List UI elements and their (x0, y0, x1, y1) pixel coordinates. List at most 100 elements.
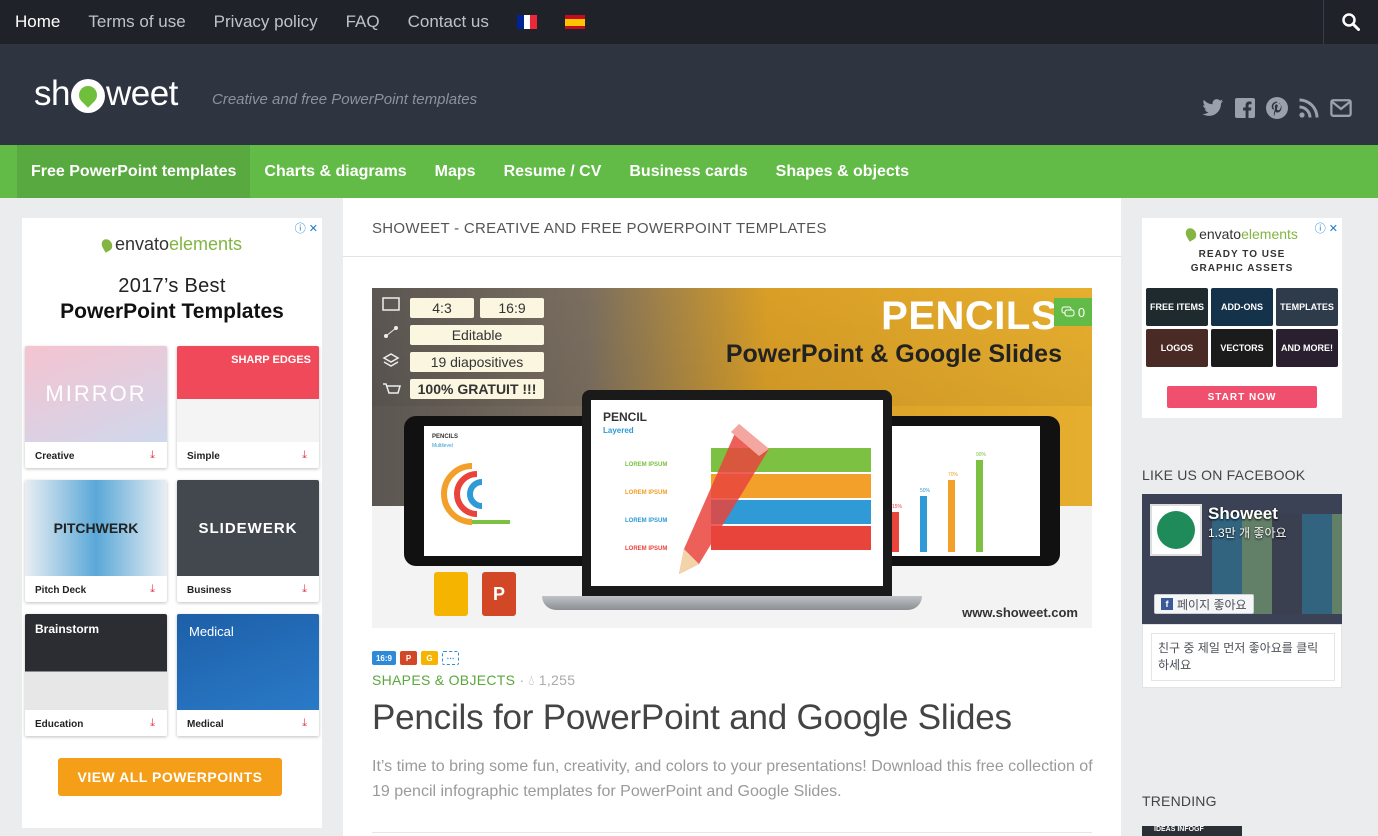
feature-icons (382, 297, 401, 394)
tile-vectors[interactable]: VECTORS (1211, 329, 1273, 367)
comment-count-badge[interactable]: 0 (1054, 298, 1092, 326)
hero-subtitle: PowerPoint & Google Slides (725, 340, 1062, 368)
section-title: SHOWEET - CREATIVE AND FREE POWERPOINT T… (343, 198, 1121, 257)
post-excerpt: It’s time to bring some fun, creativity,… (372, 758, 1093, 800)
comments-icon (1061, 306, 1075, 317)
post-meta: SHAPES & OBJECTS · 💧︎ 1,255 (372, 672, 575, 689)
views-icon: 💧︎ (528, 672, 535, 688)
bar-label: 90% (976, 452, 987, 458)
social-links (1202, 97, 1352, 119)
fb-page-name[interactable]: Showeet (1208, 504, 1278, 524)
spanish-flag[interactable] (564, 15, 585, 29)
nav-maps[interactable]: Maps (421, 145, 490, 198)
card-caption: Business (187, 585, 232, 596)
right-ad-banner[interactable]: ⓘ ✕ envato elements READY TO USE GRAPHIC … (1142, 218, 1342, 418)
template-thumbnail: SHARP EDGES (177, 346, 319, 442)
email-icon[interactable] (1330, 97, 1352, 119)
template-thumbnail: Brainstorm (25, 614, 167, 710)
tile-and-more[interactable]: AND MORE! (1276, 329, 1338, 367)
envato-elements: elements (169, 234, 243, 254)
divider (372, 832, 1092, 833)
search-button[interactable] (1323, 0, 1378, 44)
template-thumbnail: SLIDEWERK (177, 480, 319, 576)
twitter-icon[interactable] (1202, 97, 1224, 119)
template-card[interactable]: PITCHWERK Pitch Deck ⤓ (25, 480, 167, 602)
trending-thumbnail[interactable]: IDEAS INFOGF (1142, 826, 1242, 836)
site-header: sh weet Creative and free PowerPoint tem… (0, 44, 1378, 145)
french-flag[interactable] (516, 15, 537, 29)
template-card[interactable]: Medical Medical ⤓ (177, 614, 319, 736)
left-ad-banner[interactable]: ⓘ ✕ envato elements 2017’s Best PowerPoin… (22, 218, 322, 828)
screen-line: LOREM IPSUM (625, 490, 668, 496)
bar-label: 70% (948, 472, 959, 478)
nav-charts-diagrams[interactable]: Charts & diagrams (250, 145, 420, 198)
card-caption: Creative (35, 451, 75, 462)
download-icon[interactable]: ⤓ (302, 449, 307, 462)
screen-title: PENCIL (603, 410, 648, 424)
bar-label: 15% (892, 504, 903, 510)
main-content: SHOWEET - CREATIVE AND FREE POWERPOINT T… (343, 198, 1121, 836)
thumb-title: SLIDEWERK (198, 519, 298, 537)
laptop-mockup: PENCIL Layered LOREM IPSUM LOREM IPSUM L… (582, 390, 892, 596)
post-category-link[interactable]: SHAPES & OBJECTS (372, 672, 515, 688)
asset-tiles: FREE ITEMS ADD-ONS TEMPLATES LOGOS VECTO… (1146, 288, 1338, 367)
bar-pencils-graphic: 15% 50% 70% 90% (892, 452, 987, 552)
facebook-page-widget[interactable]: Showeet 1.3만 개 좋아요 f 페이지 좋아요 (1142, 494, 1342, 624)
site-logo[interactable]: sh weet (34, 74, 178, 114)
fb-page-avatar[interactable] (1150, 504, 1202, 556)
nav-resume-cv[interactable]: Resume / CV (490, 145, 616, 198)
nav-business-cards[interactable]: Business cards (615, 145, 761, 198)
template-card[interactable]: MIRROR Creative ⤓ (25, 346, 167, 468)
template-card[interactable]: Brainstorm Education ⤓ (25, 614, 167, 736)
download-icon[interactable]: ⤓ (302, 717, 307, 730)
tag-4-3: 4:3 (410, 298, 474, 318)
meta-separator: · (519, 672, 525, 688)
post-title[interactable]: Pencils for PowerPoint and Google Slides (372, 698, 1012, 738)
top-bar: Home Terms of use Privacy policy FAQ Con… (0, 0, 1378, 44)
views-count: 1,255 (538, 672, 576, 688)
tile-add-ons[interactable]: ADD-ONS (1211, 288, 1273, 326)
comment-count: 0 (1077, 304, 1086, 320)
facebook-icon: f (1161, 598, 1173, 610)
pinterest-icon[interactable] (1266, 97, 1288, 119)
top-nav-terms[interactable]: Terms of use (74, 0, 199, 44)
thumb-title: Medical (189, 624, 234, 639)
hero-watermark: www.showeet.com (962, 605, 1078, 620)
tile-templates[interactable]: TEMPLATES (1276, 288, 1338, 326)
start-now-button[interactable]: START NOW (1167, 386, 1317, 408)
ad-heading-year: 2017’s Best (118, 275, 226, 297)
facebook-icon[interactable] (1234, 97, 1256, 119)
template-grid: MIRROR Creative ⤓ SHARP EDGES Simple ⤓ P… (25, 346, 319, 736)
card-caption: Simple (187, 451, 220, 462)
featured-image[interactable]: 4:3 16:9 Editable 19 diapositives 100% G… (372, 288, 1092, 628)
template-thumbnail: MIRROR (25, 346, 167, 442)
ratio-16-9-badge: 16:9 (372, 651, 396, 665)
screen-line: LOREM IPSUM (625, 518, 668, 524)
nav-free-powerpoint-templates[interactable]: Free PowerPoint templates (17, 145, 251, 198)
download-icon[interactable]: ⤓ (302, 583, 307, 596)
template-card[interactable]: SLIDEWERK Business ⤓ (177, 480, 319, 602)
top-nav-home[interactable]: Home (0, 0, 74, 44)
fb-like-page-button[interactable]: f 페이지 좋아요 (1154, 594, 1254, 614)
editable-badge: ⋯ (442, 651, 459, 665)
ad-choices-icon[interactable]: ⓘ ✕ (1315, 220, 1338, 236)
view-all-powerpoints-button[interactable]: VIEW ALL POWERPOINTS (58, 758, 282, 796)
logo-mark-icon (70, 79, 105, 113)
top-nav-faq[interactable]: FAQ (332, 0, 394, 44)
ad-heading-title: PowerPoint Templates (60, 300, 284, 323)
facebook-heading: LIKE US ON FACEBOOK (1142, 467, 1306, 483)
ad-choices-icon[interactable]: ⓘ ✕ (295, 220, 318, 236)
download-icon[interactable]: ⤓ (150, 449, 155, 462)
tile-free-items[interactable]: FREE ITEMS (1146, 288, 1208, 326)
rss-icon[interactable] (1298, 97, 1320, 119)
top-nav-contact[interactable]: Contact us (394, 0, 503, 44)
download-icon[interactable]: ⤓ (150, 717, 155, 730)
screen-subtitle: Layered (603, 426, 634, 435)
tile-logos[interactable]: LOGOS (1146, 329, 1208, 367)
nav-shapes-objects[interactable]: Shapes & objects (762, 145, 923, 198)
thumb-title: PITCHWERK (53, 520, 139, 536)
template-card[interactable]: SHARP EDGES Simple ⤓ (177, 346, 319, 468)
envato-leaf-icon (1183, 226, 1199, 242)
top-nav-privacy[interactable]: Privacy policy (200, 0, 332, 44)
download-icon[interactable]: ⤓ (150, 583, 155, 596)
